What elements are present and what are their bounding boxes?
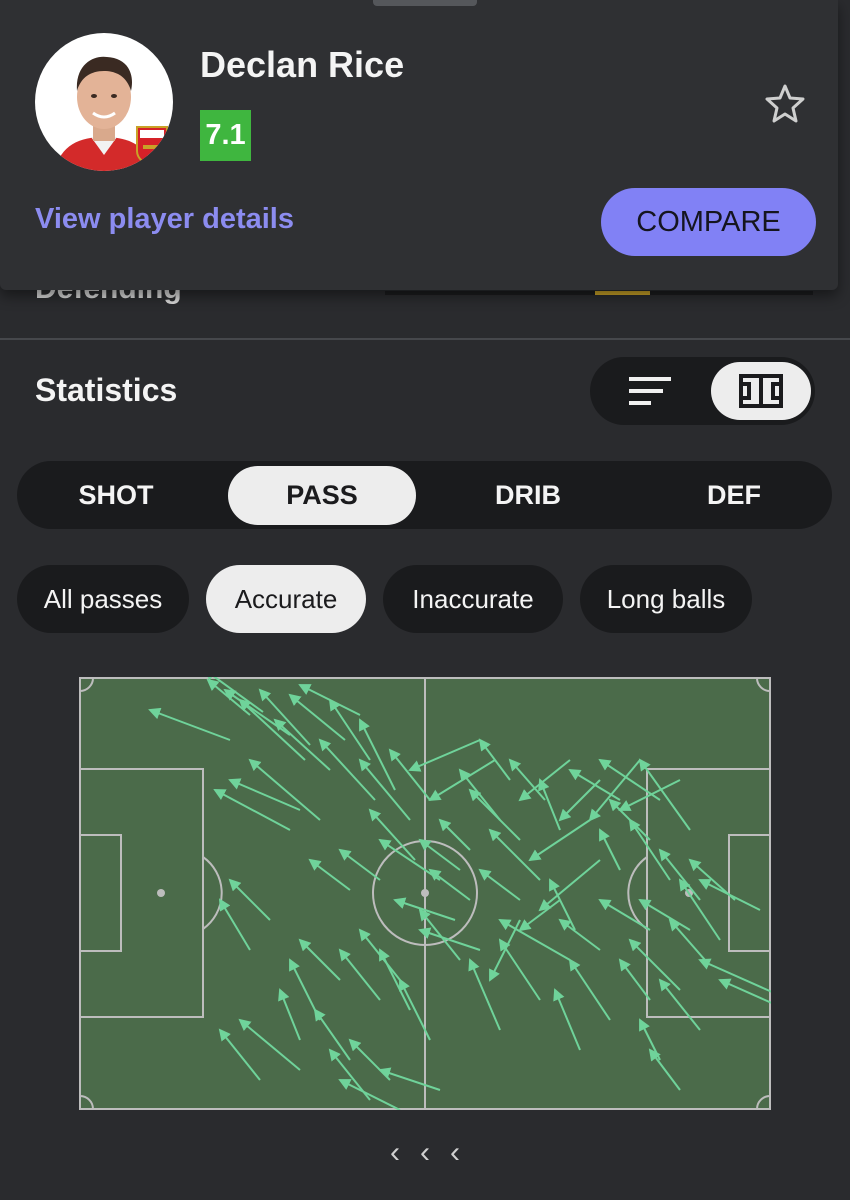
filter-accurate[interactable]: Accurate [206, 565, 366, 633]
list-view-button[interactable] [600, 362, 700, 420]
tab-def[interactable]: DEF [640, 466, 828, 525]
rating-badge: 7.1 [200, 110, 251, 161]
pass-map [79, 668, 821, 1111]
club-badge [135, 125, 169, 168]
pager[interactable]: ‹ ‹ ‹ [380, 1136, 470, 1170]
player-header-card: Declan Rice 7.1 View player details COMP… [0, 0, 838, 290]
filter-all-passes[interactable]: All passes [17, 565, 189, 633]
left-penalty-spot [157, 889, 165, 897]
pitch-view-button[interactable] [711, 362, 811, 420]
section-divider [0, 338, 850, 340]
filter-long-balls[interactable]: Long balls [580, 565, 752, 633]
tab-drib[interactable]: DRIB [434, 466, 622, 525]
list-icon [629, 377, 671, 405]
tab-pass[interactable]: PASS [228, 466, 416, 525]
chevron-left-icon[interactable]: ‹ [410, 1136, 440, 1170]
star-icon[interactable] [764, 82, 806, 124]
pitch-icon [739, 374, 783, 408]
chevron-left-icon[interactable]: ‹ [380, 1136, 410, 1170]
defending-bar-fill [595, 291, 650, 295]
tab-shot[interactable]: SHOT [22, 466, 210, 525]
filter-inaccurate[interactable]: Inaccurate [383, 565, 563, 633]
center-spot [421, 889, 429, 897]
compare-button[interactable]: COMPARE [601, 188, 816, 256]
view-player-details-link[interactable]: View player details [35, 203, 294, 236]
player-avatar [35, 33, 173, 171]
drag-handle[interactable] [373, 0, 477, 6]
player-name: Declan Rice [200, 44, 405, 85]
chevron-left-icon[interactable]: ‹ [440, 1136, 470, 1170]
statistics-title: Statistics [35, 372, 178, 408]
